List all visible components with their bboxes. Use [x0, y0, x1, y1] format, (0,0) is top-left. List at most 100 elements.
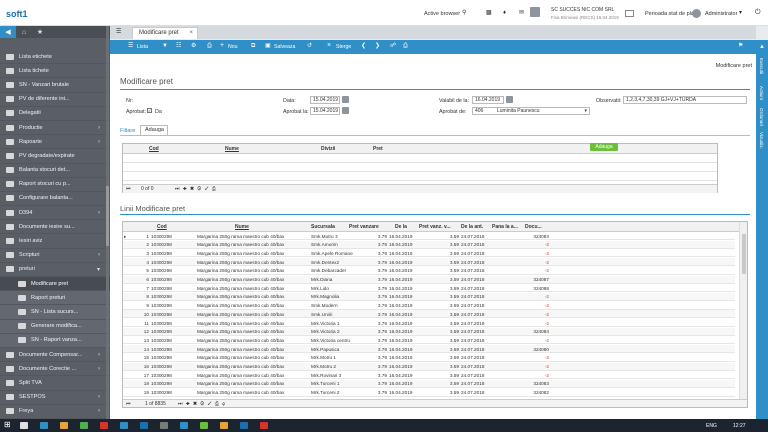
table-row[interactable]: 7 10300298 Margarina 250g rama maestro cub… — [123, 284, 735, 293]
collapse-icon[interactable]: ◀ — [0, 26, 16, 38]
sidebar-item[interactable]: Generare modifica... — [0, 319, 110, 334]
table-row[interactable]: 3 10300298 Margarina 250g rama maestro cub… — [123, 249, 735, 258]
rail-actiuni[interactable]: Actiuni — [759, 86, 764, 100]
avatar[interactable] — [692, 9, 701, 18]
filter-icon[interactable]: ▼ — [162, 43, 168, 49]
sidebar-item[interactable]: Rapoarte › — [0, 135, 110, 150]
app-icon[interactable] — [100, 422, 108, 429]
calendar-icon[interactable] — [625, 10, 634, 17]
print-icon[interactable]: ⎙ — [207, 43, 212, 49]
col-de-la-ant[interactable]: De la ant. — [461, 224, 483, 230]
pin-icon[interactable]: ▲ — [759, 44, 765, 50]
pager-first-icon[interactable]: ⏮ — [126, 186, 131, 192]
aprobat-la-field[interactable]: 15.04.2019 — [310, 107, 340, 115]
table-row[interactable]: 9 10300298 Margarina 250g rama maestro cub… — [123, 302, 735, 310]
calendar-icon[interactable] — [342, 107, 349, 114]
chat-icon[interactable]: ✉ — [519, 10, 524, 16]
rail-vizualizari[interactable]: Vizualiz. — [759, 132, 764, 149]
sidebar-item[interactable]: Documente Corectie ... › — [0, 362, 110, 377]
table-row[interactable]: 6 10300298 Margarina 250g rama maestro cub… — [123, 275, 735, 284]
close-icon[interactable]: × — [189, 28, 193, 39]
star-icon[interactable]: ★ — [32, 26, 48, 38]
app-icon[interactable] — [160, 422, 168, 429]
app-icon[interactable] — [200, 422, 208, 429]
col-de-la[interactable]: De la — [395, 224, 407, 230]
clock[interactable]: 12:27 — [733, 423, 746, 429]
save-button[interactable]: Salveaza — [274, 44, 295, 50]
app-icon[interactable] — [240, 422, 248, 429]
add-icon[interactable]: + — [220, 42, 224, 49]
chevron-icon[interactable]: ▾ — [97, 266, 100, 273]
menu-icon[interactable]: ☰ — [116, 29, 121, 35]
col-pana-la[interactable]: Pana la a... — [492, 224, 526, 230]
chart-icon[interactable]: ▩ — [486, 10, 492, 16]
table-row[interactable]: 8 10300298 Margarina 250g rama maestro cub… — [123, 292, 735, 301]
company-name[interactable]: SC SUCCES NIC COM SRL — [551, 7, 614, 13]
calendar-icon[interactable] — [342, 96, 349, 103]
table-row[interactable]: 15 10300298 Margarina 250g rama maestro cu… — [123, 354, 735, 362]
table-row[interactable]: 10 10300298 Margarina 250g rama maestro cu… — [123, 310, 735, 319]
col-cod[interactable]: Cod — [157, 224, 167, 230]
sidebar-item[interactable]: Raport preturi — [0, 291, 110, 306]
table-row[interactable]: 11 10300298 Margarina 250g rama maestro cu… — [123, 319, 735, 327]
table-row[interactable]: 18 10300298 Margarina 250g rama maestro cu… — [123, 379, 735, 388]
chevron-icon[interactable]: › — [98, 210, 100, 216]
table-row[interactable]: 14 10300298 Margarina 250g rama maestro cu… — [123, 345, 735, 354]
sidebar-item[interactable]: SN - Vanzari brutale — [0, 78, 110, 93]
sidebar-item[interactable]: Configurare balanta... — [0, 192, 110, 207]
app-icon[interactable] — [120, 422, 128, 429]
chevron-icon[interactable]: › — [98, 252, 100, 258]
sidebar-scrollbar[interactable] — [106, 26, 109, 419]
language-indicator[interactable]: ENG — [706, 423, 717, 429]
sidebar-item[interactable]: Lista etichete — [0, 50, 110, 65]
chevron-icon[interactable]: › — [98, 139, 100, 145]
sidebar-item[interactable]: Raport stocuri cu p... — [0, 178, 110, 192]
col-nume[interactable]: Nume — [225, 146, 239, 152]
tab-modificare-pret[interactable]: Modificare pret × — [132, 27, 198, 39]
new-button[interactable]: Nou — [228, 44, 238, 50]
sidebar-item[interactable]: Scripturi › — [0, 249, 110, 263]
app-icon[interactable] — [260, 422, 268, 429]
aprobat-de-select[interactable]: 406 Luminita Paunescu ▾ — [472, 107, 590, 115]
chevron-icon[interactable]: › — [98, 366, 100, 372]
print-doc-icon[interactable]: ⎙ — [403, 43, 408, 49]
next-icon[interactable]: ❯ — [375, 43, 380, 49]
col-pret[interactable]: Pret — [373, 146, 383, 152]
col-cod[interactable]: Cod — [149, 146, 159, 152]
table-row[interactable] — [123, 172, 717, 181]
undo-icon[interactable]: ↺ — [307, 43, 312, 49]
chevron-icon[interactable]: › — [98, 352, 100, 358]
pager-tools-icon[interactable]: ⏭ ✚ ✖ ⚙ ✓ ⎙ ⚲ — [178, 401, 226, 407]
search-icon[interactable] — [20, 422, 28, 429]
table-row[interactable]: 19 10300298 Margarina 250g rama maestro cu… — [123, 389, 735, 397]
calendar-icon[interactable] — [506, 96, 513, 103]
chevron-down-icon[interactable]: ▾ — [739, 10, 742, 16]
observatii-field[interactable]: 1,2,3,4,7,30,39 GJ+VJ+TURDA — [623, 96, 747, 104]
sidebar-item[interactable]: SN - Raport vanza... — [0, 333, 110, 348]
list-button[interactable]: Lista — [137, 44, 148, 50]
pager-tools-icon[interactable]: ⏭ ✚ ✖ ⚙ ✓ ⎙ — [175, 186, 217, 192]
chrome-icon[interactable] — [80, 422, 88, 429]
delete-icon[interactable]: × — [327, 42, 331, 49]
add-items-grid[interactable]: Cod Nume Divizii Pret ⏮ 0 of 0 ⏭ ✚ ✖ ⚙ ✓… — [122, 143, 718, 193]
view-icon[interactable]: ⚙ — [191, 43, 196, 49]
table-row[interactable]: ▸ 1 10300298 Margarina 250g rama maestro cu… — [123, 232, 735, 240]
copy-icon[interactable]: ⧉ — [251, 43, 255, 49]
col-pret-vanzare[interactable]: Pret vanzare — [349, 224, 387, 230]
bookmark-icon[interactable]: ⚑ — [738, 43, 743, 49]
home-icon[interactable]: ⌂ — [16, 26, 32, 38]
grid-scroll-thumb[interactable] — [742, 234, 746, 274]
col-sucursala[interactable]: Sucursala — [311, 224, 335, 230]
col-docu[interactable]: Docu... — [525, 224, 547, 230]
save-icon[interactable]: ▣ — [265, 43, 271, 49]
table-row[interactable]: 16 10300298 Margarina 250g rama maestro cu… — [123, 362, 735, 371]
sidebar-item[interactable]: PV degradate/expirate — [0, 149, 110, 164]
columns-icon[interactable]: ☷ — [176, 43, 181, 49]
valabil-field[interactable]: 16.04.2019 — [472, 96, 504, 104]
table-row[interactable]: 13 10300298 Margarina 250g rama maestro cu… — [123, 336, 735, 345]
col-pret-vanz-v[interactable]: Pret vanz. v... — [419, 224, 459, 230]
sidebar-item[interactable]: SESTPOS › — [0, 391, 110, 405]
data-field[interactable]: 15.04.2019 — [310, 96, 340, 104]
sidebar-item[interactable]: Documente iesire su... — [0, 220, 110, 235]
sidebar-item[interactable]: Freya › — [0, 405, 110, 419]
